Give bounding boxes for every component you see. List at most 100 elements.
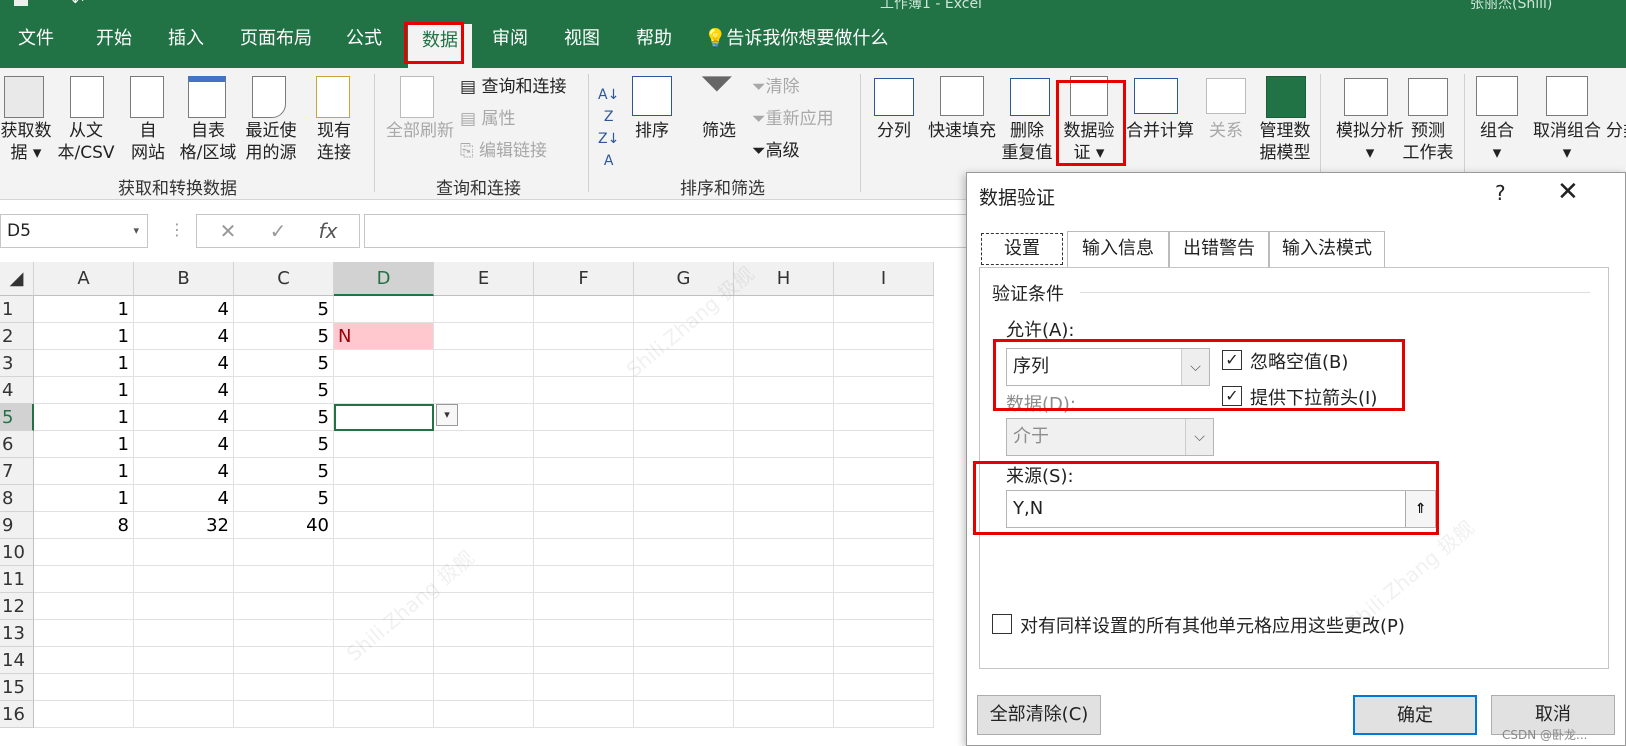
cell-a2[interactable]: 1 [34,323,134,350]
subtotal-button[interactable]: 分类 [1606,120,1626,142]
cell-a6[interactable]: 1 [34,431,134,458]
cell-g5[interactable] [634,404,734,431]
formula-input[interactable] [364,214,984,248]
cell-g6[interactable] [634,431,734,458]
cell-b4[interactable]: 4 [134,377,234,404]
col-header-b[interactable]: B [134,262,234,296]
row-header-3[interactable]: 3 [0,350,34,377]
row-header-9[interactable]: 9 [0,512,34,539]
cell-b11[interactable] [134,566,234,593]
cell-f10[interactable] [534,539,634,566]
cell-i12[interactable] [834,593,934,620]
cell-b5[interactable]: 4 [134,404,234,431]
from-web-button[interactable]: 自网站 [128,120,168,164]
flash-fill-button[interactable]: 快速填充 [926,120,998,142]
apply-all-checkbox[interactable] [992,614,1012,634]
cell-b13[interactable] [134,620,234,647]
cell-d9[interactable] [334,512,434,539]
manage-data-model-button[interactable]: 管理数 据模型 [1256,120,1314,164]
cell-b12[interactable] [134,593,234,620]
cell-i11[interactable] [834,566,934,593]
cell-i9[interactable] [834,512,934,539]
what-if-analysis-button[interactable]: 模拟分析 ▾ [1334,120,1406,164]
user-name[interactable]: 张丽杰(Shili) [1470,0,1552,12]
text-to-columns-button[interactable]: 分列 [872,120,916,142]
cell-e13[interactable] [434,620,534,647]
source-input[interactable]: Y,N ⇑ [1006,490,1436,528]
cell-h10[interactable] [734,539,834,566]
group-button[interactable]: 组合 ▾ [1476,120,1518,164]
advanced-filter-button[interactable]: ⏷高级 [752,140,800,162]
cell-i13[interactable] [834,620,934,647]
cell-b10[interactable] [134,539,234,566]
cell-c11[interactable] [234,566,334,593]
cell-e1[interactable] [434,296,534,323]
cell-g4[interactable] [634,377,734,404]
cell-d16[interactable] [334,701,434,728]
tab-view[interactable]: 视图 [564,24,600,54]
tab-settings[interactable]: 设置 [981,233,1063,265]
row-header-5[interactable]: 5 [0,404,34,431]
cell-c4[interactable]: 5 [234,377,334,404]
cell-e2[interactable] [434,323,534,350]
ignore-blank-checkbox[interactable]: ✓ [1222,350,1242,370]
cell-g14[interactable] [634,647,734,674]
cell-h6[interactable] [734,431,834,458]
cell-b1[interactable]: 4 [134,296,234,323]
cell-i8[interactable] [834,485,934,512]
cell-e12[interactable] [434,593,534,620]
cell-b15[interactable] [134,674,234,701]
row-header-15[interactable]: 15 [0,674,34,701]
cell-a14[interactable] [34,647,134,674]
cell-e15[interactable] [434,674,534,701]
tab-home[interactable]: 开始 [96,24,132,54]
col-header-e[interactable]: E [434,262,534,296]
cell-i10[interactable] [834,539,934,566]
cell-d2[interactable]: N [334,323,434,350]
col-header-d[interactable]: D [334,262,434,296]
select-all-corner[interactable]: ◢ [0,262,34,296]
reapply-button[interactable]: ⏷重新应用 [752,108,834,130]
clear-button[interactable]: ⏷清除 [752,76,800,98]
row-header-10[interactable]: 10 [0,539,34,566]
cell-c5[interactable]: 5 [234,404,334,431]
cell-h7[interactable] [734,458,834,485]
tab-formulas[interactable]: 公式 [346,24,382,54]
cell-f2[interactable] [534,323,634,350]
tell-me-box[interactable]: 💡告诉我你想要做什么 [704,24,888,54]
sort-az-icon[interactable]: A↓ Z [598,84,619,128]
cell-d1[interactable] [334,296,434,323]
cell-a1[interactable]: 1 [34,296,134,323]
cell-g11[interactable] [634,566,734,593]
cell-h11[interactable] [734,566,834,593]
cell-d10[interactable] [334,539,434,566]
cell-d7[interactable] [334,458,434,485]
cell-c3[interactable]: 5 [234,350,334,377]
cell-b7[interactable]: 4 [134,458,234,485]
row-header-1[interactable]: 1 [0,296,34,323]
tab-page-layout[interactable]: 页面布局 [240,24,312,54]
cell-i5[interactable] [834,404,934,431]
cell-c16[interactable] [234,701,334,728]
cell-i1[interactable] [834,296,934,323]
tab-review[interactable]: 审阅 [492,24,528,54]
data-validation-button[interactable]: 数据验证 ▾ [1060,120,1118,164]
consolidate-button[interactable]: 合并计算 [1124,120,1196,142]
cell-d4[interactable] [334,377,434,404]
cell-f16[interactable] [534,701,634,728]
cell-f6[interactable] [534,431,634,458]
tab-help[interactable]: 帮助 [636,24,672,54]
cell-c7[interactable]: 5 [234,458,334,485]
cell-b3[interactable]: 4 [134,350,234,377]
cell-h1[interactable] [734,296,834,323]
cell-c1[interactable]: 5 [234,296,334,323]
cell-h9[interactable] [734,512,834,539]
cell-h16[interactable] [734,701,834,728]
row-header-16[interactable]: 16 [0,701,34,728]
cell-c2[interactable]: 5 [234,323,334,350]
cell-h12[interactable] [734,593,834,620]
cell-a4[interactable]: 1 [34,377,134,404]
cell-a7[interactable]: 1 [34,458,134,485]
tab-insert[interactable]: 插入 [168,24,204,54]
cell-i7[interactable] [834,458,934,485]
